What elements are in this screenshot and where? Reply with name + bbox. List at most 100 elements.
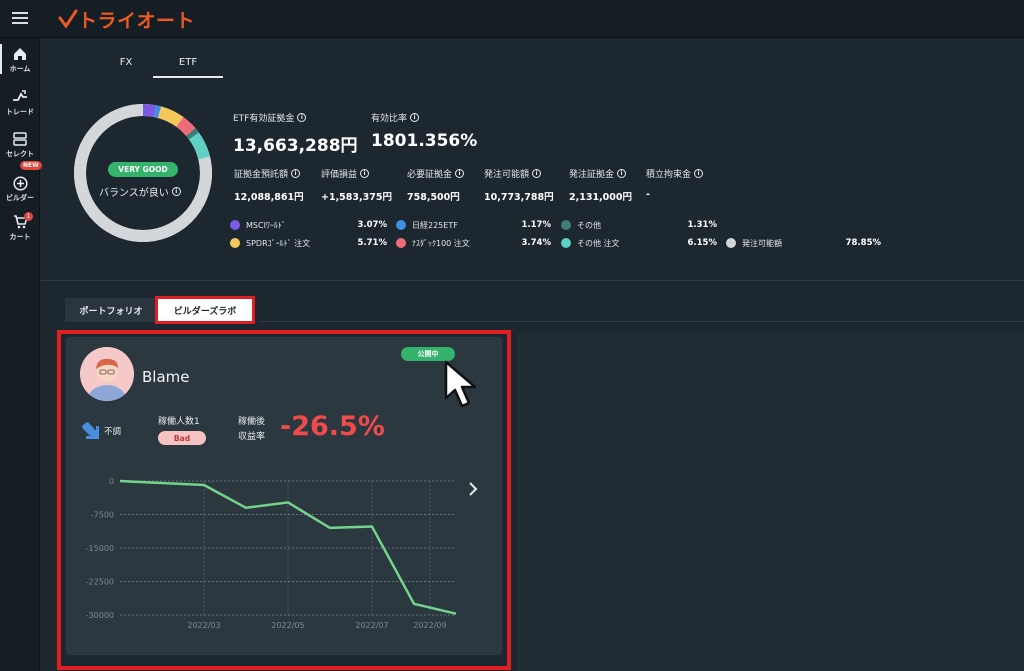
x-tick-label: 2022/07 (355, 621, 388, 630)
home-icon (12, 46, 28, 62)
metric-label: 必要証拠金 i (407, 167, 465, 180)
legend-pct: 3.74% (521, 238, 552, 248)
status-badge: VERY GOOD (108, 162, 178, 177)
legend-dot (561, 220, 571, 230)
donut-slice (157, 106, 184, 127)
metric-value: 12,088,861円 (234, 192, 304, 203)
info-icon[interactable]: i (297, 113, 307, 122)
balance-text: バランスが良い i (99, 184, 199, 199)
legend-name: SPDRｺﾞｰﾙﾄﾞ 注文 (246, 239, 311, 248)
donut-slice (186, 127, 199, 140)
donut-slice (153, 105, 162, 119)
menu-icon[interactable] (12, 12, 28, 24)
top-bar: トライオート (0, 0, 1024, 38)
legend-name: MSCIﾜｰﾙﾄﾞ (246, 221, 286, 230)
ratio-value: 1801.356% (371, 131, 478, 151)
tab-portfolio[interactable]: ポートフォリオ (65, 298, 157, 322)
trend-label: 不調 (104, 427, 122, 437)
info-icon[interactable]: i (694, 169, 704, 178)
metric-value: - (646, 189, 650, 200)
metric-label: 証拠金預託額 i (234, 167, 301, 180)
info-icon[interactable]: i (171, 187, 181, 196)
tab-builders-lab[interactable]: ビルダーズラボ (155, 296, 255, 324)
y-tick-label: -15000 (86, 544, 114, 553)
info-icon[interactable]: i (410, 113, 420, 122)
donut-slice (176, 117, 196, 136)
x-tick-label: 2022/05 (271, 621, 304, 630)
sidebar-item-builder[interactable]: NEW ビルダー (0, 161, 42, 207)
info-icon[interactable]: i (360, 169, 370, 178)
metric-value: 10,773,788円 (484, 192, 554, 203)
legend-pct: 1.31% (687, 220, 718, 230)
legend-name: 発注可能額 (742, 239, 782, 248)
info-icon[interactable]: i (532, 169, 542, 178)
legend-dot (396, 238, 406, 248)
trend-down-icon (82, 422, 99, 439)
tab-fx[interactable]: FX (91, 57, 161, 78)
workers-label: 稼働人数1 (158, 417, 200, 427)
y-tick-label: -7500 (91, 511, 114, 520)
x-tick-label: 2022/09 (413, 621, 446, 630)
x-tick-label: 2022/03 (187, 621, 220, 630)
profit-value: -26.5% (280, 411, 385, 442)
legend-name: 日経225ETF (412, 221, 458, 230)
lower-tabs: ポートフォリオ ビルダーズラボ (65, 296, 255, 324)
select-icon (12, 131, 28, 147)
legend-name: その他 注文 (577, 239, 620, 248)
strategy-card[interactable]: 0 -7500 -15000 -22500 -30000 2022/03 2022/05 20… (66, 337, 502, 655)
metric-label: 発注可能額 i (484, 167, 542, 180)
metric-value: 2,131,000円 (569, 192, 632, 203)
app-logo[interactable]: トライオート (58, 7, 196, 32)
avatar (80, 347, 134, 401)
legend-dot (396, 220, 406, 230)
legend-pct: 3.07% (357, 220, 388, 230)
etf-margin-label: ETF有効証拠金 i (233, 111, 307, 124)
metric-value: 758,500円 (407, 192, 460, 203)
legend-name: その他 (577, 221, 601, 230)
legend-pct: 5.71% (357, 238, 388, 248)
allocation-donut: VERY GOOD (72, 102, 214, 244)
new-badge: NEW (20, 161, 42, 170)
sidebar-item-home[interactable]: ホーム (0, 42, 40, 78)
builder-icon (12, 175, 28, 191)
legend-dot (726, 238, 736, 248)
summary-panel: FX ETF VERY GOOD バランスが良い i ETF有効証拠金 i 有効比… (41, 39, 1024, 281)
divider (260, 321, 1024, 322)
mouse-cursor-icon (444, 360, 477, 408)
logo-check-icon (58, 9, 78, 29)
metric-label: 積立拘束金 i (646, 167, 704, 180)
detail-panel (518, 334, 1024, 671)
y-tick-label: 0 (109, 477, 114, 486)
cart-count-badge: 1 (24, 212, 33, 221)
card-name: Blame (142, 368, 190, 386)
chevron-right-icon[interactable] (466, 481, 480, 497)
profit-label: 稼働後 収益率 (238, 417, 266, 442)
info-icon[interactable]: i (617, 169, 627, 178)
y-tick-label: -30000 (86, 611, 114, 620)
sidebar-item-select[interactable]: セレクト (0, 127, 40, 163)
y-tick-label: -22500 (86, 578, 114, 587)
donut-slice (188, 132, 210, 160)
donut-slice (142, 104, 157, 118)
legend-dot (561, 238, 571, 248)
ratio-label: 有効比率 i (371, 111, 420, 124)
sidebar-item-trade[interactable]: トレード (0, 85, 40, 121)
legend-pct: 6.15% (687, 238, 718, 248)
sidebar: ホーム トレード セレクト NEW ビルダー 1 カート (0, 38, 42, 671)
metric-value: +1,583,375円 (321, 192, 392, 203)
bad-badge: Bad (158, 431, 206, 445)
tab-etf[interactable]: ETF (153, 57, 223, 78)
legend-name: ﾅｽﾀﾞｯｸ100 注文 (412, 239, 470, 248)
legend-dot (230, 238, 240, 248)
info-icon[interactable]: i (455, 169, 465, 178)
info-icon[interactable]: i (291, 169, 301, 178)
etf-margin-value: 13,663,288円 (233, 136, 358, 156)
metric-label: 発注証拠金 i (569, 167, 627, 180)
trade-icon (12, 89, 28, 105)
logo-text: トライオート (78, 9, 196, 32)
legend-dot (230, 220, 240, 230)
legend-pct: 78.85% (845, 238, 881, 248)
metric-label: 評価損益 i (321, 167, 370, 180)
sidebar-item-cart[interactable]: 1 カート (0, 210, 40, 246)
market-tabs: FX ETF (91, 57, 223, 78)
